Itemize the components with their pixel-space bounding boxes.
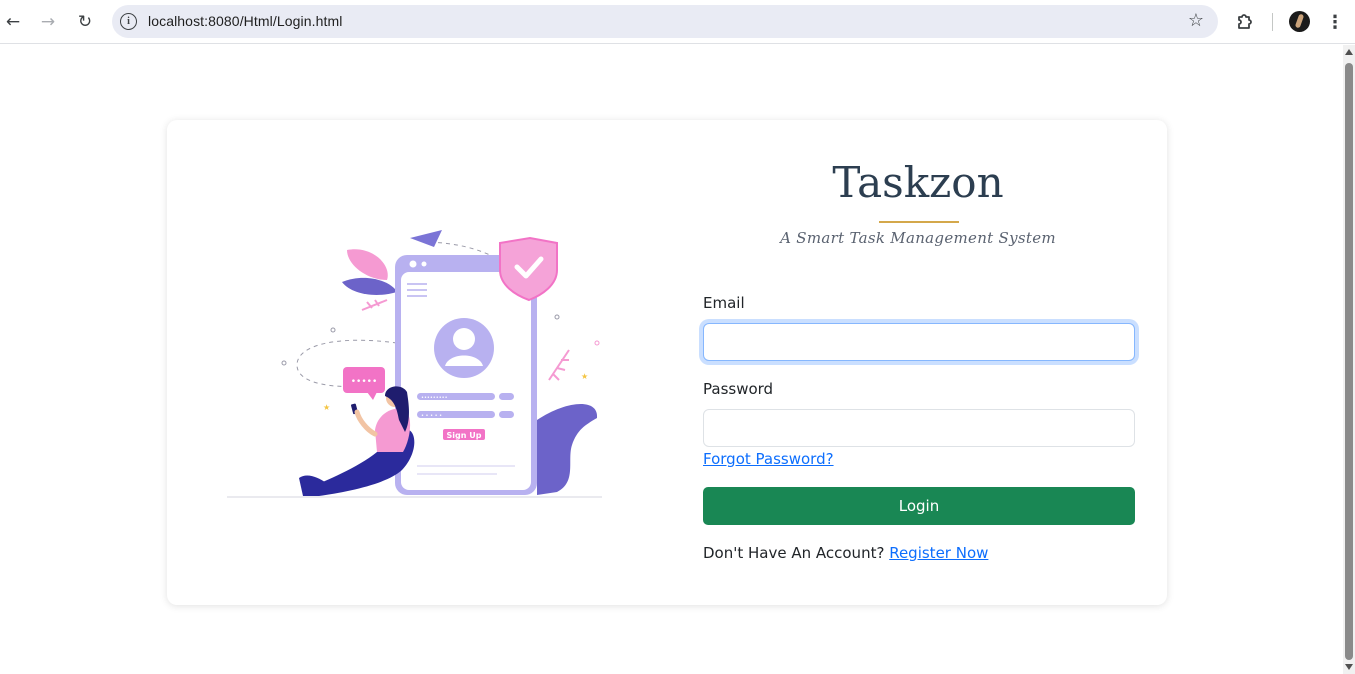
sparkle-dot (594, 340, 600, 346)
scroll-up-arrow-icon[interactable] (1345, 49, 1353, 55)
leaf-shape (347, 249, 388, 280)
twig-shape (361, 299, 388, 311)
phone-screen (401, 272, 531, 490)
toolbar-divider (1272, 13, 1273, 31)
sparkle-dot (330, 327, 336, 333)
scroll-down-arrow-icon[interactable] (1345, 664, 1353, 670)
password-label: Password (703, 380, 774, 398)
phone-input-field (499, 411, 514, 418)
page-scrollbar[interactable] (1343, 45, 1355, 674)
chat-bubble-tail (367, 392, 377, 400)
paper-plane-icon (410, 230, 442, 247)
star-icon[interactable]: ☆ (1188, 10, 1204, 31)
password-mask-text: ••••••••• (421, 395, 448, 401)
chat-dots-text: ••••• (351, 377, 378, 387)
email-label: Email (703, 294, 745, 312)
app-tagline: A Smart Task Management System (780, 229, 1056, 247)
reload-icon[interactable]: ↻ (72, 9, 98, 35)
forgot-password-link[interactable]: Forgot Password? (703, 450, 834, 468)
phone-dot (421, 261, 427, 267)
title-underline (879, 221, 959, 223)
phone-input-field (499, 393, 514, 400)
login-card: ••••••••• • • • • • Sign Up ••••• ★ ★ Ta… (167, 120, 1167, 605)
sparkle-star-icon: ★ (581, 372, 588, 381)
avatar[interactable] (1289, 11, 1310, 32)
sparkle-star-icon: ★ (323, 403, 330, 412)
login-illustration: ••••••••• • • • • • Sign Up ••••• ★ ★ (227, 230, 602, 498)
pin-mask-text: • • • • • (421, 413, 442, 419)
profile-head (453, 328, 475, 350)
signup-label: Sign Up (447, 431, 482, 440)
login-button[interactable]: Login (703, 487, 1135, 525)
leaf-shape (342, 277, 397, 295)
sparkle-dot (554, 314, 560, 320)
twig-shape (548, 349, 570, 381)
kebab-menu-icon[interactable]: ⋮ (1323, 10, 1347, 34)
scroll-thumb[interactable] (1345, 63, 1353, 660)
address-bar[interactable]: i localhost:8080/Html/Login.html ☆ (112, 5, 1218, 38)
phone-dot (409, 260, 417, 268)
register-prompt: Don't Have An Account? (703, 544, 885, 562)
info-icon[interactable]: i (120, 13, 137, 30)
password-field[interactable] (703, 409, 1135, 447)
register-link[interactable]: Register Now (889, 544, 988, 562)
back-arrow-icon[interactable]: ← (0, 9, 26, 35)
forward-arrow-icon[interactable]: → (35, 9, 61, 35)
register-row: Don't Have An Account? Register Now (703, 544, 988, 562)
email-field[interactable] (703, 323, 1135, 361)
puzzle-icon[interactable] (1234, 9, 1258, 33)
sparkle-dot (281, 360, 287, 366)
woman-arm (354, 409, 378, 437)
browser-toolbar: ← → ↻ i localhost:8080/Html/Login.html ☆… (0, 0, 1355, 44)
app-title: Taskzon (832, 158, 1004, 207)
plant-shape (537, 403, 598, 495)
url-text[interactable]: localhost:8080/Html/Login.html (148, 13, 342, 29)
